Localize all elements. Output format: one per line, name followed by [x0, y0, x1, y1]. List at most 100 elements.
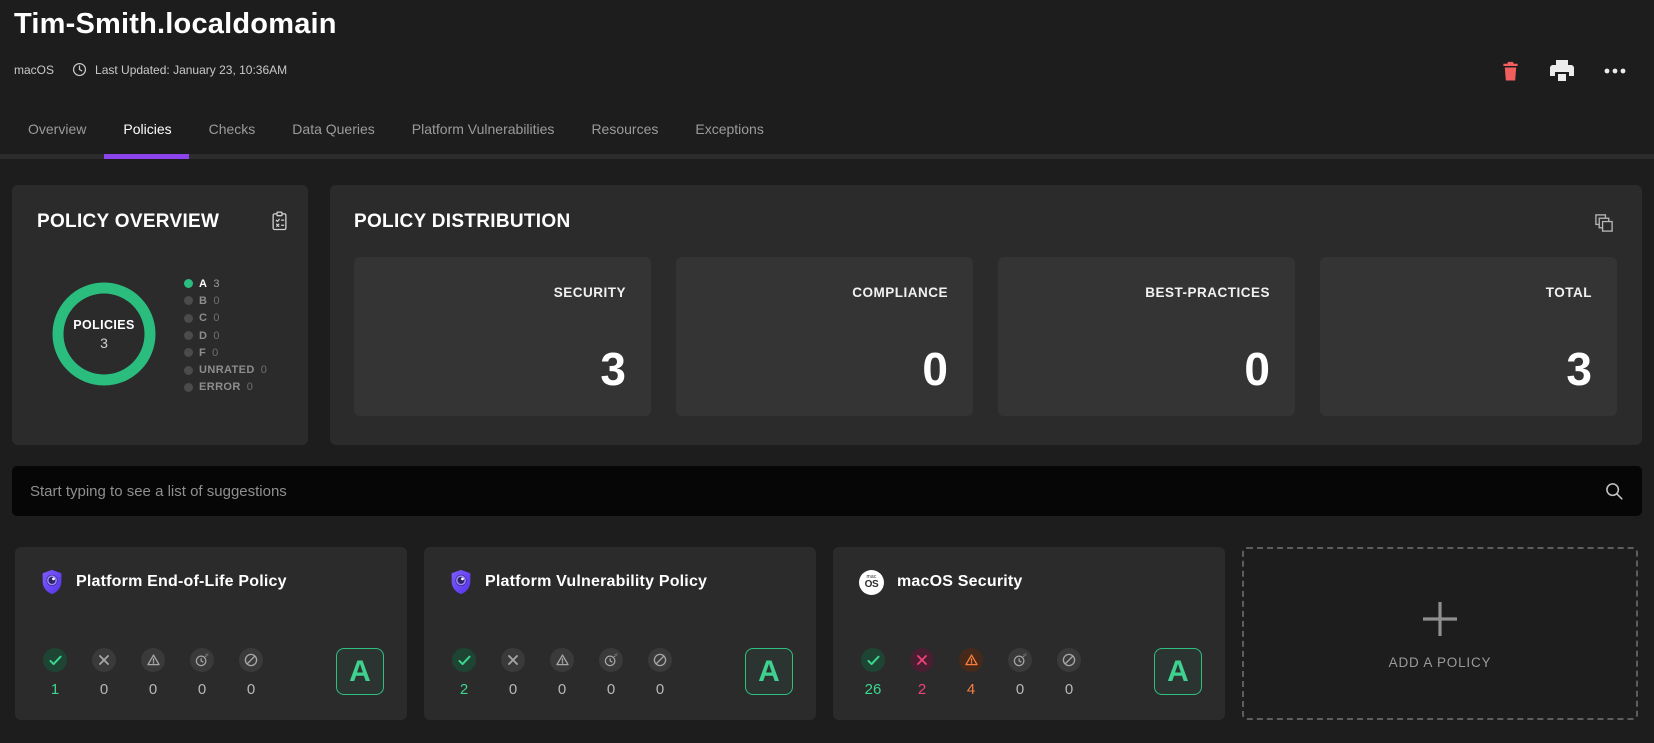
- policy-overview-card: POLICY OVERVIEW POLI: [12, 185, 308, 445]
- print-button[interactable]: [1548, 58, 1576, 84]
- warning-triangle-icon: [550, 648, 574, 672]
- policy-card-macos-security[interactable]: macOS macOS Security 26 2 4 zz 0: [833, 547, 1225, 720]
- stat-failing: 0: [92, 648, 116, 698]
- platform-label: macOS: [14, 63, 54, 77]
- warning-triangle-icon: [141, 648, 165, 672]
- stat-security: SECURITY 3: [354, 257, 651, 416]
- stat-warning: 0: [550, 648, 574, 698]
- legend-item-c: C0: [184, 310, 267, 327]
- header-actions: [1499, 58, 1628, 84]
- policies-donut-chart: POLICIES 3: [52, 282, 156, 386]
- policy-distribution-title: POLICY DISTRIBUTION: [354, 211, 570, 233]
- snooze-clock-icon: zz: [190, 648, 214, 672]
- stat-passing: 2: [452, 648, 476, 698]
- policy-name: macOS Security: [897, 573, 1023, 591]
- snooze-clock-icon: zz: [599, 648, 623, 672]
- stat-exempt: 0: [239, 648, 263, 698]
- check-icon: [43, 648, 67, 672]
- policy-search: [12, 466, 1642, 516]
- legend-item-b: B0: [184, 292, 267, 309]
- clock-icon: [72, 62, 87, 77]
- stat-best-practices: BEST-PRACTICES 0: [998, 257, 1295, 416]
- policy-distribution-card: POLICY DISTRIBUTION SECURITY 3 COMPLIANC…: [330, 185, 1642, 445]
- legend-dot: [184, 383, 193, 392]
- tab-resources[interactable]: Resources: [591, 121, 658, 137]
- grade-badge: A: [336, 648, 384, 695]
- stat-snoozed: zz 0: [190, 648, 214, 698]
- policy-stats: 2 0 0 zz 0 0: [452, 648, 672, 698]
- add-policy-label: ADD A POLICY: [1389, 655, 1492, 670]
- legend-item-d: D0: [184, 327, 267, 344]
- policy-card-platform-eol[interactable]: Platform End-of-Life Policy 1 0 0 zz 0: [15, 547, 407, 720]
- shield-policy-icon: [450, 569, 472, 595]
- stat-warning: 0: [141, 648, 165, 698]
- tab-policies[interactable]: Policies: [123, 121, 171, 137]
- search-icon[interactable]: [1604, 481, 1624, 501]
- summary-row: POLICY OVERVIEW POLI: [12, 185, 1642, 445]
- policy-card-row: Platform End-of-Life Policy 1 0 0 zz 0: [15, 547, 1638, 720]
- legend-dot: [184, 348, 193, 357]
- donut-label: POLICIES: [73, 318, 135, 332]
- legend-dot: [184, 279, 193, 288]
- check-icon: [861, 648, 885, 672]
- device-detail-page: Tim-Smith.localdomain macOS Last Updated…: [0, 0, 1654, 743]
- stat-total: TOTAL 3: [1320, 257, 1617, 416]
- slash-circle-icon: [239, 648, 263, 672]
- stat-passing: 1: [43, 648, 67, 698]
- snooze-clock-icon: zz: [1008, 648, 1032, 672]
- legend-item-a: A3: [184, 275, 267, 292]
- stat-snoozed: zz 0: [1008, 648, 1032, 698]
- legend-dot: [184, 314, 193, 323]
- slash-circle-icon: [1057, 648, 1081, 672]
- svg-text:z: z: [1025, 653, 1027, 657]
- distribution-stats: SECURITY 3 COMPLIANCE 0 BEST-PRACTICES 0…: [354, 257, 1617, 416]
- stat-exempt: 0: [648, 648, 672, 698]
- policy-name: Platform Vulnerability Policy: [485, 573, 707, 591]
- tab-exceptions[interactable]: Exceptions: [695, 121, 763, 137]
- stat-failing: 0: [501, 648, 525, 698]
- grade-badge: A: [745, 648, 793, 695]
- warning-triangle-icon: [959, 648, 983, 672]
- legend-dot: [184, 331, 193, 340]
- shield-policy-icon: [41, 569, 63, 595]
- legend-item-error: ERROR0: [184, 379, 267, 396]
- legend-dot: [184, 366, 193, 375]
- tab-bar: Overview Policies Checks Data Queries Pl…: [28, 121, 764, 137]
- tab-checks[interactable]: Checks: [209, 121, 256, 137]
- legend-dot: [184, 296, 193, 305]
- x-icon: [910, 648, 934, 672]
- page-title: Tim-Smith.localdomain: [14, 8, 337, 41]
- donut-value: 3: [100, 335, 108, 351]
- delete-device-button[interactable]: [1499, 58, 1522, 84]
- tab-overview[interactable]: Overview: [28, 121, 86, 137]
- macos-icon: macOS: [859, 570, 884, 595]
- add-policy-button[interactable]: ADD A POLICY: [1242, 547, 1638, 720]
- policy-card-platform-vulnerability[interactable]: Platform Vulnerability Policy 2 0 0 zz 0: [424, 547, 816, 720]
- legend-item-unrated: UNRATED0: [184, 361, 267, 378]
- stat-failing: 2: [910, 648, 934, 698]
- clipboard-checklist-icon: [271, 211, 288, 231]
- grade-legend: A3 B0 C0 D0 F0 UNRATED0 ERROR0: [184, 275, 267, 396]
- stat-warning: 4: [959, 648, 983, 698]
- stat-exempt: 0: [1057, 648, 1081, 698]
- svg-text:z: z: [616, 653, 618, 657]
- svg-text:z: z: [207, 653, 209, 657]
- stat-passing: 26: [861, 648, 885, 698]
- x-icon: [501, 648, 525, 672]
- device-meta: macOS Last Updated: January 23, 10:36AM: [14, 62, 287, 77]
- policy-stats: 26 2 4 zz 0 0: [861, 648, 1081, 698]
- policy-stats: 1 0 0 zz 0 0: [43, 648, 263, 698]
- tab-data-queries[interactable]: Data Queries: [292, 121, 374, 137]
- search-input[interactable]: [30, 483, 1604, 500]
- x-icon: [92, 648, 116, 672]
- copy-icon[interactable]: [1594, 213, 1614, 233]
- stat-compliance: COMPLIANCE 0: [676, 257, 973, 416]
- legend-item-f: F0: [184, 344, 267, 361]
- plus-icon: [1419, 598, 1461, 640]
- tab-platform-vulnerabilities[interactable]: Platform Vulnerabilities: [412, 121, 555, 137]
- check-icon: [452, 648, 476, 672]
- more-actions-button[interactable]: [1602, 66, 1628, 76]
- tab-bar-track: [0, 154, 1654, 159]
- policy-name: Platform End-of-Life Policy: [76, 573, 287, 591]
- policy-overview-title: POLICY OVERVIEW: [37, 211, 219, 233]
